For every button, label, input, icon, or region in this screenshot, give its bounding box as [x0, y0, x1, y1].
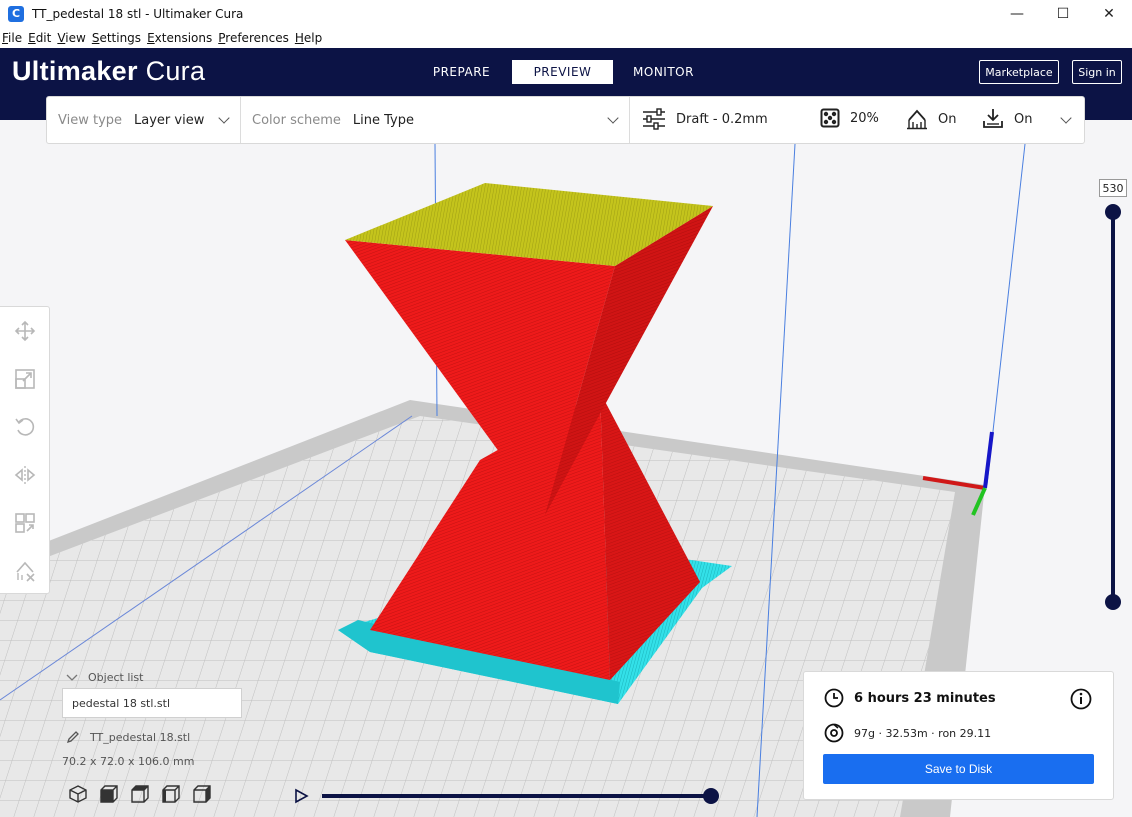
- marketplace-button[interactable]: Marketplace: [979, 60, 1059, 84]
- chevron-down-icon: [1060, 112, 1072, 124]
- per-model-settings-icon: [15, 513, 35, 533]
- stage-tabs: PREPARE PREVIEW MONITOR: [411, 60, 714, 84]
- print-time: 6 hours 23 minutes: [824, 688, 996, 708]
- sign-in-button[interactable]: Sign in: [1072, 60, 1122, 84]
- scale-tool-button[interactable]: [0, 355, 50, 403]
- chevron-down-icon: [66, 674, 78, 681]
- material-usage: 97g · 32.53m · ron 29.11: [824, 723, 991, 743]
- object-list-item[interactable]: pedestal 18 stl.stl: [62, 688, 242, 718]
- mirror-tool-button[interactable]: [0, 451, 50, 499]
- top-view-button[interactable]: [124, 782, 155, 806]
- top-view-icon: [130, 785, 149, 803]
- material-usage-value: 97g · 32.53m · ron 29.11: [854, 726, 992, 740]
- print-settings-dropdown[interactable]: Draft - 0.2mm 20% On On: [630, 97, 1084, 143]
- menu-edit[interactable]: Edit: [28, 31, 51, 45]
- layer-slider-bottom-handle[interactable]: [1105, 594, 1121, 610]
- tab-prepare[interactable]: PREPARE: [411, 60, 512, 84]
- camera-view-buttons: [62, 782, 217, 806]
- z-axis-indicator: [983, 431, 994, 489]
- view-type-dropdown[interactable]: View type Layer view: [47, 97, 241, 143]
- pencil-icon: [66, 731, 79, 744]
- rotate-tool-button[interactable]: [0, 403, 50, 451]
- close-button[interactable]: ✕: [1086, 0, 1132, 27]
- infill-setting: 20%: [820, 108, 879, 128]
- object-list-filename: pedestal 18 stl.stl: [72, 696, 171, 710]
- menu-extensions[interactable]: Extensions: [147, 31, 212, 45]
- support-blocker-button[interactable]: [0, 547, 50, 595]
- object-dimensions: 70.2 x 72.0 x 106.0 mm: [62, 755, 195, 768]
- layer-slider-top-handle[interactable]: [1105, 204, 1121, 220]
- tool-panel: [0, 306, 50, 594]
- support-setting: On: [906, 108, 956, 130]
- move-icon: [14, 320, 36, 342]
- layer-number-input[interactable]: 530: [1099, 179, 1127, 197]
- profile-setting: Draft - 0.2mm: [642, 108, 768, 130]
- infill-icon: [820, 108, 840, 128]
- right-view-button[interactable]: [186, 782, 217, 806]
- infill-value: 20%: [850, 110, 879, 126]
- object-name-field[interactable]: TT_pedestal 18.stl: [66, 730, 190, 744]
- spool-icon: [824, 723, 844, 743]
- scale-icon: [15, 369, 35, 389]
- tab-monitor[interactable]: MONITOR: [613, 60, 714, 84]
- menu-preferences[interactable]: Preferences: [218, 31, 289, 45]
- minimize-button[interactable]: —: [994, 0, 1040, 27]
- ultimaker-cura-logo: Ultimaker Cura: [12, 56, 206, 86]
- print-info-panel: 6 hours 23 minutes 97g · 32.53m · ron 29…: [803, 671, 1114, 800]
- 3d-view-icon: [68, 785, 87, 803]
- menu-view[interactable]: View: [57, 31, 85, 45]
- support-blocker-icon: [16, 561, 35, 582]
- left-view-button[interactable]: [155, 782, 186, 806]
- color-scheme-dropdown[interactable]: Color scheme Line Type: [241, 97, 630, 143]
- view-type-label: View type: [58, 112, 123, 128]
- cura-app-icon: C: [8, 5, 24, 22]
- object-list-header: Object list: [88, 671, 144, 684]
- maximize-button[interactable]: ☐: [1040, 0, 1086, 27]
- chevron-down-icon: [218, 112, 230, 124]
- menu-bar: File Edit View Settings Extensions Prefe…: [0, 27, 1132, 48]
- window-title-bar: C TT_pedestal 18 stl - Ultimaker Cura — …: [0, 0, 1132, 27]
- per-model-settings-button[interactable]: [0, 499, 50, 547]
- object-list-toggle[interactable]: Object list: [66, 671, 143, 684]
- info-icon[interactable]: [1070, 688, 1092, 710]
- support-value: On: [938, 111, 957, 127]
- move-tool-button[interactable]: [0, 307, 50, 355]
- simulation-slider-handle[interactable]: [703, 788, 719, 804]
- adhesion-setting: On: [982, 108, 1032, 130]
- print-time-value: 6 hours 23 minutes: [854, 690, 996, 706]
- save-to-disk-button[interactable]: Save to Disk: [823, 754, 1094, 784]
- window-title: TT_pedestal 18 stl - Ultimaker Cura: [32, 6, 244, 21]
- front-view-icon: [99, 785, 118, 803]
- adhesion-icon: [983, 109, 1003, 128]
- rotate-icon: [15, 418, 35, 436]
- tab-preview[interactable]: PREVIEW: [512, 60, 613, 84]
- menu-help[interactable]: Help: [295, 31, 322, 45]
- menu-settings[interactable]: Settings: [92, 31, 141, 45]
- clock-icon: [824, 688, 844, 708]
- color-scheme-label: Color scheme: [252, 112, 341, 128]
- sliders-icon: [643, 108, 665, 130]
- left-view-icon: [161, 785, 180, 803]
- menu-file[interactable]: File: [2, 31, 22, 45]
- view-type-value: Layer view: [134, 112, 205, 128]
- view-toolbar: View type Layer view Color scheme Line T…: [46, 96, 1085, 144]
- front-view-button[interactable]: [93, 782, 124, 806]
- mirror-icon: [14, 466, 36, 484]
- right-view-icon: [192, 785, 211, 803]
- object-name: TT_pedestal 18.stl: [90, 730, 191, 744]
- profile-value: Draft - 0.2mm: [676, 111, 768, 127]
- support-icon: [907, 109, 927, 130]
- adhesion-value: On: [1014, 111, 1033, 127]
- chevron-down-icon: [607, 112, 619, 124]
- 3d-view-button[interactable]: [62, 782, 93, 806]
- color-scheme-value: Line Type: [352, 112, 414, 128]
